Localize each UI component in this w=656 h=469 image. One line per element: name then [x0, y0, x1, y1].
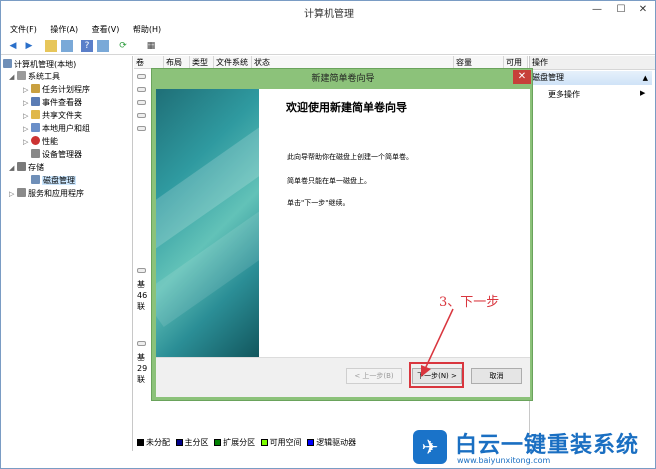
legend-primary: 主分区	[184, 438, 209, 447]
menu-file[interactable]: 文件(F)	[10, 22, 37, 37]
legend-logical-swatch	[307, 439, 315, 446]
tree-device-manager[interactable]: 设备管理器	[31, 149, 82, 161]
cancel-button[interactable]: 取消	[471, 368, 522, 384]
wizard-heading: 欢迎使用新建简单卷向导	[286, 101, 407, 114]
wizard-banner-image	[156, 89, 259, 357]
menu-bar: 文件(F) 操作(A) 查看(V) 帮助(H)	[1, 22, 655, 37]
storage-icon	[17, 162, 26, 171]
legend-extended-swatch	[214, 439, 222, 446]
new-simple-volume-wizard: 新建简单卷向导 ✕ 欢迎使用新建简单卷向导 此向导帮助你在磁盘上创建一个简单卷。…	[151, 68, 533, 401]
wizard-text-3: 单击"下一步"继续。	[287, 199, 350, 207]
collapse-icon[interactable]: ▲	[643, 71, 648, 85]
volume-row[interactable]	[137, 100, 146, 105]
toolbar: ◀ ▶ ? ⟳ ▦	[1, 37, 655, 55]
wizard-body: 欢迎使用新建简单卷向导 此向导帮助你在磁盘上创建一个简单卷。 简单卷只能在单一磁…	[156, 89, 530, 397]
tree-disk-management[interactable]: 磁盘管理	[31, 175, 76, 187]
title-bar: 计算机管理 — ☐ ✕	[1, 1, 655, 22]
show-hide-action-icon[interactable]	[97, 40, 109, 52]
tree-root[interactable]: 计算机管理(本地)	[3, 59, 76, 71]
refresh-icon[interactable]: ⟳	[117, 40, 129, 52]
more-actions[interactable]: 更多操作 ▶	[548, 89, 645, 100]
menu-action[interactable]: 操作(A)	[50, 22, 78, 37]
legend-extended: 扩展分区	[223, 438, 256, 447]
wizard-title: 新建简单卷向导	[311, 74, 375, 84]
tools-icon	[17, 71, 26, 80]
back-icon[interactable]: ◀	[7, 40, 19, 52]
chevron-right-icon: ▶	[640, 89, 646, 97]
watermark: ✈ 白云一键重装系统 www.baiyunxitong.com	[411, 427, 655, 468]
tree-services-apps[interactable]: ▷ 服务和应用程序	[9, 188, 84, 200]
volume-row[interactable]	[137, 113, 146, 118]
legend-unallocated: 未分配	[146, 438, 170, 447]
bird-logo-icon: ✈	[413, 430, 447, 464]
tree-task-scheduler[interactable]: ▷ 任务计划程序	[23, 84, 90, 96]
legend-free: 可用空间	[269, 438, 302, 447]
actions-disk-management[interactable]: 磁盘管理 ▲	[530, 71, 652, 85]
properties-icon[interactable]: ▦	[145, 40, 157, 52]
tree-system-tools[interactable]: ◢ 系统工具	[9, 71, 60, 83]
forward-icon[interactable]: ▶	[23, 40, 35, 52]
shared-folder-icon	[31, 110, 40, 119]
wizard-button-bar: < 上一步(B) 下一步(N) > 取消	[156, 357, 530, 397]
watermark-brand: 白云一键重装系统	[455, 433, 640, 458]
legend-free-swatch	[260, 439, 268, 446]
volume-row[interactable]	[137, 87, 146, 92]
performance-icon	[31, 136, 40, 145]
legend-primary-swatch	[175, 439, 183, 446]
clock-icon	[31, 84, 40, 93]
tree-local-users[interactable]: ▷ 本地用户和组	[23, 123, 90, 135]
actions-pane: 操作 磁盘管理 ▲ 更多操作 ▶	[529, 56, 655, 451]
disk-icon	[137, 341, 146, 346]
window-title: 计算机管理	[304, 9, 354, 20]
volume-row[interactable]	[137, 74, 146, 79]
up-folder-icon[interactable]	[45, 40, 57, 52]
disk-icon	[31, 175, 40, 184]
tree-event-viewer[interactable]: ▷ 事件查看器	[23, 97, 82, 109]
step-annotation: 3、下一步	[439, 295, 500, 310]
watermark-url: www.baiyunxitong.com	[457, 456, 551, 465]
services-icon	[17, 188, 26, 197]
wizard-text-2: 简单卷只能在单一磁盘上。	[287, 177, 371, 185]
volume-row[interactable]	[137, 126, 146, 131]
menu-help[interactable]: 帮助(H)	[133, 22, 161, 37]
tree-performance[interactable]: ▷ 性能	[23, 136, 58, 148]
disk-1-info[interactable]: 基 29 联	[137, 352, 147, 385]
disk-0-info[interactable]: 基 46 联	[137, 279, 147, 312]
device-icon	[31, 149, 40, 158]
users-icon	[31, 123, 40, 132]
maximize-button[interactable]: ☐	[613, 3, 629, 17]
navigation-tree: 计算机管理(本地) ◢ 系统工具 ▷ 任务计划程序 ▷ 事件查看器 ▷ 共享文件夹 ▷ 本…	[1, 56, 133, 451]
menu-view[interactable]: 查看(V)	[92, 22, 120, 37]
back-button[interactable]: < 上一步(B)	[346, 368, 402, 384]
computer-icon	[3, 59, 12, 68]
minimize-button[interactable]: —	[589, 3, 605, 17]
wizard-text-1: 此向导帮助你在磁盘上创建一个简单卷。	[287, 153, 413, 161]
legend-unallocated-swatch	[137, 439, 144, 446]
event-icon	[31, 97, 40, 106]
legend-logical: 逻辑驱动器	[316, 438, 357, 447]
tree-storage[interactable]: ◢ 存储	[9, 162, 44, 174]
wizard-close-button[interactable]: ✕	[513, 70, 531, 84]
computer-management-window: 计算机管理 — ☐ ✕ 文件(F) 操作(A) 查看(V) 帮助(H) ◀ ▶ …	[0, 0, 656, 469]
help-icon[interactable]: ?	[81, 40, 93, 52]
close-button[interactable]: ✕	[635, 3, 651, 17]
disk-icon	[137, 268, 146, 273]
show-hide-tree-icon[interactable]	[61, 40, 73, 52]
next-button-highlight	[409, 362, 464, 388]
tree-shared-folders[interactable]: ▷ 共享文件夹	[23, 110, 82, 122]
actions-header: 操作	[530, 56, 655, 70]
